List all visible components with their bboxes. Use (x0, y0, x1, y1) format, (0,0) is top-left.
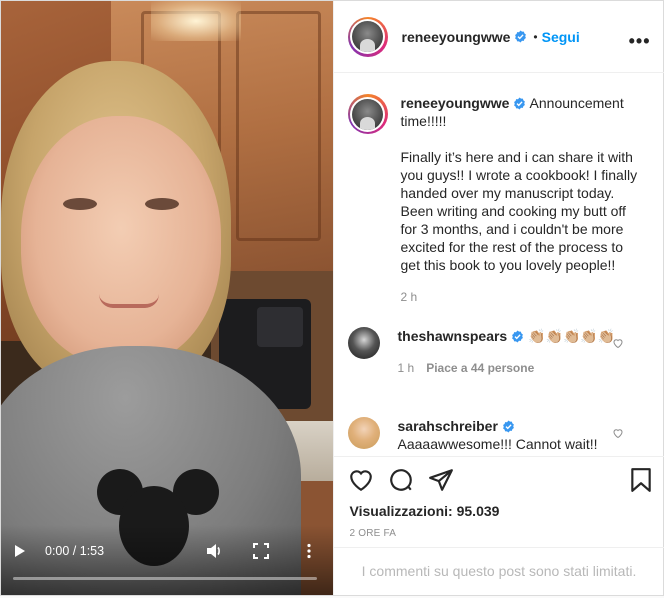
comment-bubble-icon[interactable] (388, 467, 414, 493)
volume-icon[interactable] (205, 542, 223, 560)
comment-like-heart-icon[interactable] (612, 337, 624, 349)
comment-text: Aaaaawwesome!!! Cannot wait!! (398, 435, 633, 453)
like-heart-icon[interactable] (348, 467, 374, 493)
save-bookmark-icon[interactable] (628, 467, 654, 493)
caption-body: Finally it’s here and i can share it wit… (401, 148, 646, 274)
views-count: 95.039 (457, 503, 500, 519)
post-actions: Visualizzazioni: 95.039 2 ORE FA I comme… (334, 456, 664, 598)
header-separator: • (533, 30, 537, 44)
video-controls-overlay (1, 525, 333, 595)
comment-username[interactable]: theshawnspears (398, 328, 508, 344)
verified-badge-icon (514, 30, 527, 43)
ceiling-light (151, 1, 241, 41)
comment-like-heart-icon[interactable] (612, 427, 624, 439)
avatar (352, 21, 383, 52)
post-date[interactable]: 2 ORE FA (350, 528, 397, 539)
comment-avatar[interactable] (348, 417, 380, 449)
comment-item: sarahschreiber Aaaaawwesome!!! Cannot wa… (348, 417, 648, 453)
comment-username[interactable]: sarahschreiber (398, 418, 498, 434)
comment-text: 👏🏼👏🏼👏🏼👏🏼👏🏼 (528, 327, 615, 345)
verified-badge-icon (513, 97, 526, 110)
caption-time[interactable]: 2 h (401, 288, 646, 306)
instagram-post: 0:00 / 1:53 reneeyoungwwe • (0, 0, 664, 596)
comments-limited-message: I commenti su questo post sono stati lim… (334, 547, 664, 593)
comment-avatar[interactable] (348, 327, 380, 359)
follow-button[interactable]: Segui (542, 29, 580, 45)
video-player[interactable]: 0:00 / 1:53 (1, 1, 333, 595)
views-label: Visualizzazioni: (350, 503, 453, 519)
comments-scroll-area[interactable]: reneeyoungwwe Announcement time!!!!! Fin… (334, 74, 664, 456)
caption: reneeyoungwwe Announcement time!!!!! Fin… (348, 94, 648, 306)
header-username[interactable]: reneeyoungwwe (402, 29, 511, 45)
post-side-panel: reneeyoungwwe • Segui ••• reneeyoungwwe (333, 1, 664, 595)
video-seek-bar[interactable] (13, 577, 317, 580)
verified-badge-icon (511, 330, 524, 343)
person-face (21, 116, 221, 366)
caption-avatar[interactable] (348, 94, 388, 134)
verified-badge-icon (502, 420, 515, 433)
more-options-vertical-icon[interactable] (301, 543, 317, 559)
video-timecode: 0:00 / 1:53 (45, 544, 104, 558)
comment-likes[interactable]: Piace a 44 persone (426, 361, 534, 375)
caption-username[interactable]: reneeyoungwwe (401, 95, 510, 111)
play-icon[interactable] (15, 545, 25, 557)
avatar-story-ring[interactable] (348, 17, 388, 57)
comment-time[interactable]: 1 h (398, 361, 415, 375)
views-counter: Visualizzazioni: 95.039 (350, 503, 500, 519)
fullscreen-icon[interactable] (253, 543, 269, 559)
post-header: reneeyoungwwe • Segui ••• (334, 1, 664, 73)
more-options-icon[interactable]: ••• (629, 31, 651, 52)
comment-item: theshawnspears 👏🏼👏🏼👏🏼👏🏼👏🏼 1 h Piace a 44 … (348, 327, 648, 377)
share-send-icon[interactable] (428, 467, 454, 493)
